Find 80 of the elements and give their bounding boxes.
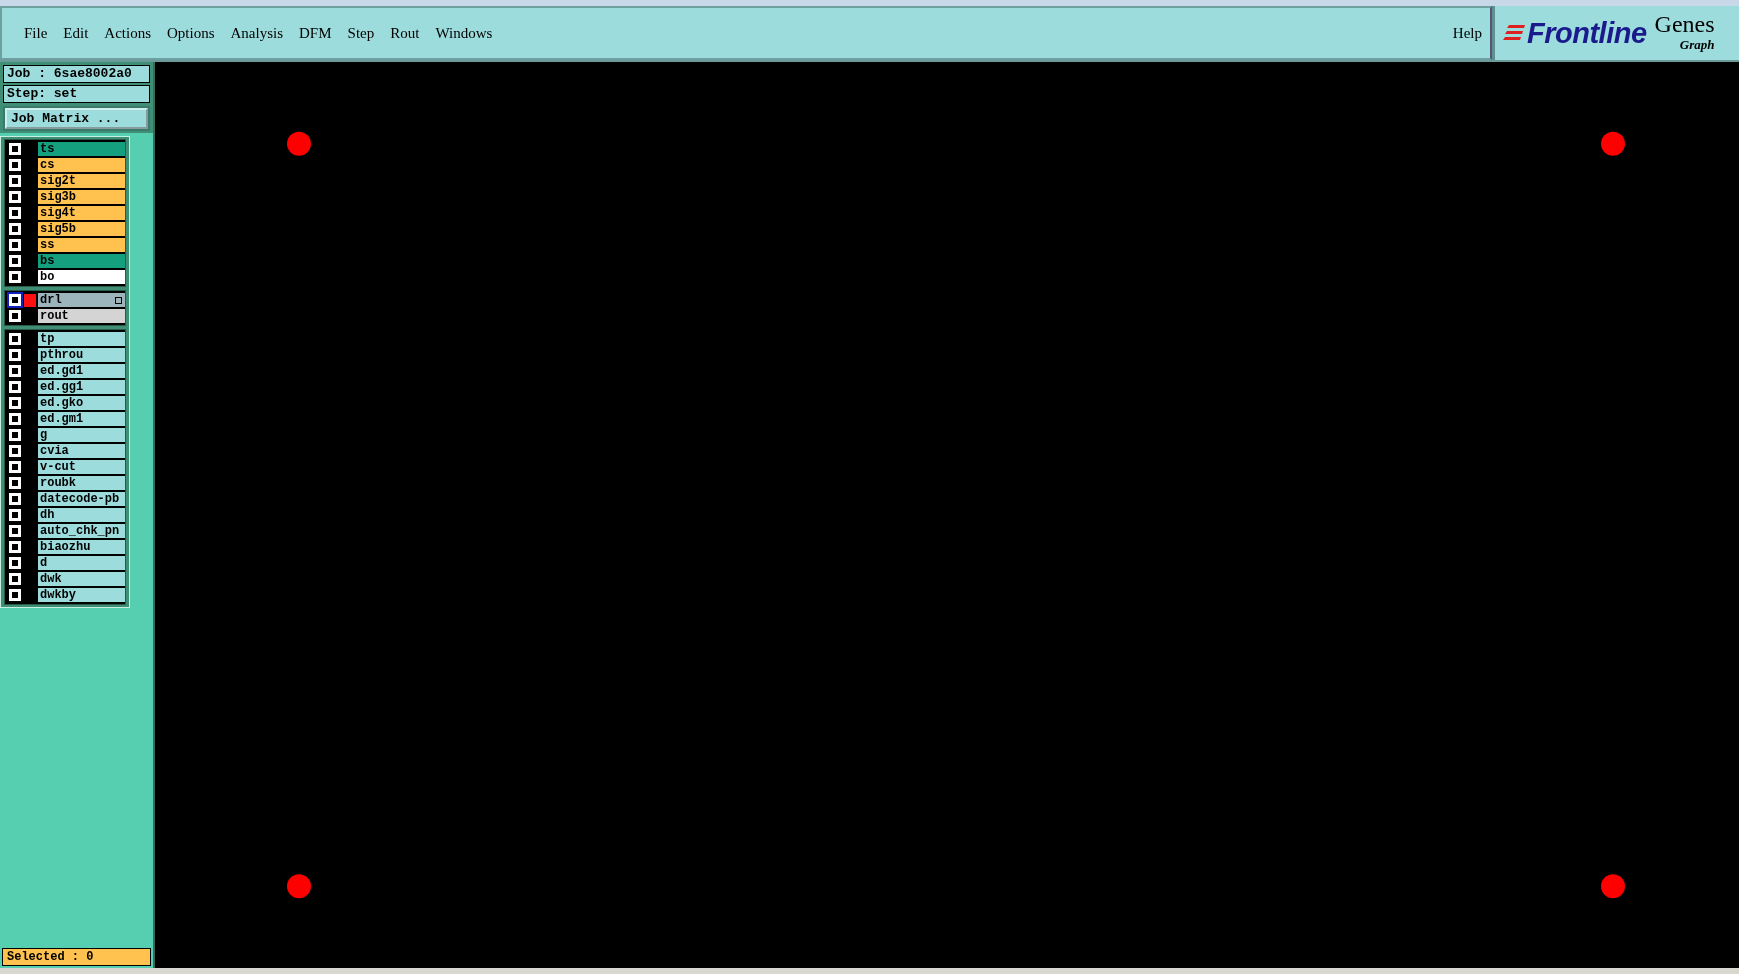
layer-checkbox[interactable] <box>9 239 21 251</box>
menu-item[interactable]: Step <box>339 22 383 44</box>
layer-name[interactable]: sig3b <box>38 190 125 204</box>
menu-item[interactable]: Windows <box>427 22 501 44</box>
pad-marker <box>1601 131 1625 156</box>
layer-checkbox[interactable] <box>9 294 21 306</box>
layer-name[interactable]: datecode-pb <box>38 492 125 506</box>
layer-checkbox[interactable] <box>9 525 21 537</box>
layer-name[interactable]: ed.gg1 <box>38 380 125 394</box>
menu-item[interactable]: Actions <box>96 22 159 44</box>
layer-name[interactable]: drl <box>38 293 125 307</box>
work-layer-icon <box>115 297 122 304</box>
layer-name[interactable]: ss <box>38 238 125 252</box>
layer-checkbox[interactable] <box>9 461 21 473</box>
layer-checkbox[interactable] <box>9 413 21 425</box>
layer-checkbox[interactable] <box>9 397 21 409</box>
affected-marker[interactable] <box>24 293 36 307</box>
layer-checkbox[interactable] <box>9 191 21 203</box>
layer-checkbox[interactable] <box>9 589 21 601</box>
product-name: Genes <box>1654 11 1715 37</box>
product-subtitle: Graph <box>1679 37 1715 53</box>
layer-name[interactable]: bs <box>38 254 125 268</box>
pad-marker <box>287 874 311 899</box>
menu-item[interactable]: Edit <box>55 22 97 44</box>
layer-name[interactable]: ts <box>38 142 125 156</box>
layer-name[interactable]: pthrou <box>38 348 125 362</box>
layer-checkbox[interactable] <box>9 365 21 377</box>
layer-name[interactable]: ed.gm1 <box>38 412 125 426</box>
layer-name[interactable]: sig4t <box>38 206 125 220</box>
layer-name[interactable]: d <box>38 556 125 570</box>
layer-checkbox[interactable] <box>9 445 21 457</box>
layer-name[interactable]: ed.gko <box>38 396 125 410</box>
menu-item[interactable]: File <box>16 22 56 44</box>
layer-checkbox[interactable] <box>9 557 21 569</box>
speed-stripes-icon <box>1503 23 1525 43</box>
layer-name[interactable]: rout <box>38 309 125 323</box>
layer-checkbox[interactable] <box>9 159 21 171</box>
menu-item[interactable]: DFM <box>291 22 340 44</box>
layer-checkbox[interactable] <box>9 349 21 361</box>
layer-name[interactable]: sig5b <box>38 222 125 236</box>
layer-checkbox[interactable] <box>9 175 21 187</box>
layer-name[interactable]: g <box>38 428 125 442</box>
menu-item[interactable]: Rout <box>382 22 428 44</box>
layer-name[interactable]: auto_chk_pn <box>38 524 125 538</box>
layer-name[interactable]: ed.gd1 <box>38 364 125 378</box>
layer-checkbox[interactable] <box>9 143 21 155</box>
layer-name[interactable]: biaozhu <box>38 540 125 554</box>
layer-checkbox[interactable] <box>9 573 21 585</box>
layer-checkbox[interactable] <box>9 493 21 505</box>
layer-name[interactable]: roubk <box>38 476 125 490</box>
layer-name[interactable]: cvia <box>38 444 125 458</box>
layer-name[interactable]: tp <box>38 332 125 346</box>
layer-checkbox[interactable] <box>9 429 21 441</box>
layer-checkbox[interactable] <box>9 223 21 235</box>
help-menu[interactable]: Help <box>1444 22 1490 44</box>
menu-item[interactable]: Analysis <box>222 22 292 44</box>
layer-checkbox[interactable] <box>9 255 21 267</box>
layer-checkbox[interactable] <box>9 271 21 283</box>
layer-checkbox[interactable] <box>9 310 21 322</box>
layer-name[interactable]: dwkby <box>38 588 125 602</box>
layer-name[interactable]: sig2t <box>38 174 125 188</box>
job-label: Job : 6sae8002a0 <box>3 65 150 83</box>
job-matrix-button[interactable]: Job Matrix ... <box>5 108 148 129</box>
layer-name[interactable]: dh <box>38 508 125 522</box>
layer-name[interactable]: bo <box>38 270 125 284</box>
layer-name[interactable]: dwk <box>38 572 125 586</box>
layer-checkbox[interactable] <box>9 333 21 345</box>
layer-checkbox[interactable] <box>9 477 21 489</box>
layer-checkbox[interactable] <box>9 207 21 219</box>
selected-count: Selected : 0 <box>2 948 151 966</box>
layer-name[interactable]: v-cut <box>38 460 125 474</box>
layer-name[interactable]: cs <box>38 158 125 172</box>
menu-item[interactable]: Options <box>159 22 223 44</box>
layer-checkbox[interactable] <box>9 381 21 393</box>
layer-checkbox[interactable] <box>9 541 21 553</box>
layer-checkbox[interactable] <box>9 509 21 521</box>
step-label: Step: set <box>3 85 150 103</box>
pad-marker <box>287 131 311 156</box>
pad-marker <box>1601 874 1625 899</box>
brand-logo-text: Frontline <box>1527 16 1647 50</box>
